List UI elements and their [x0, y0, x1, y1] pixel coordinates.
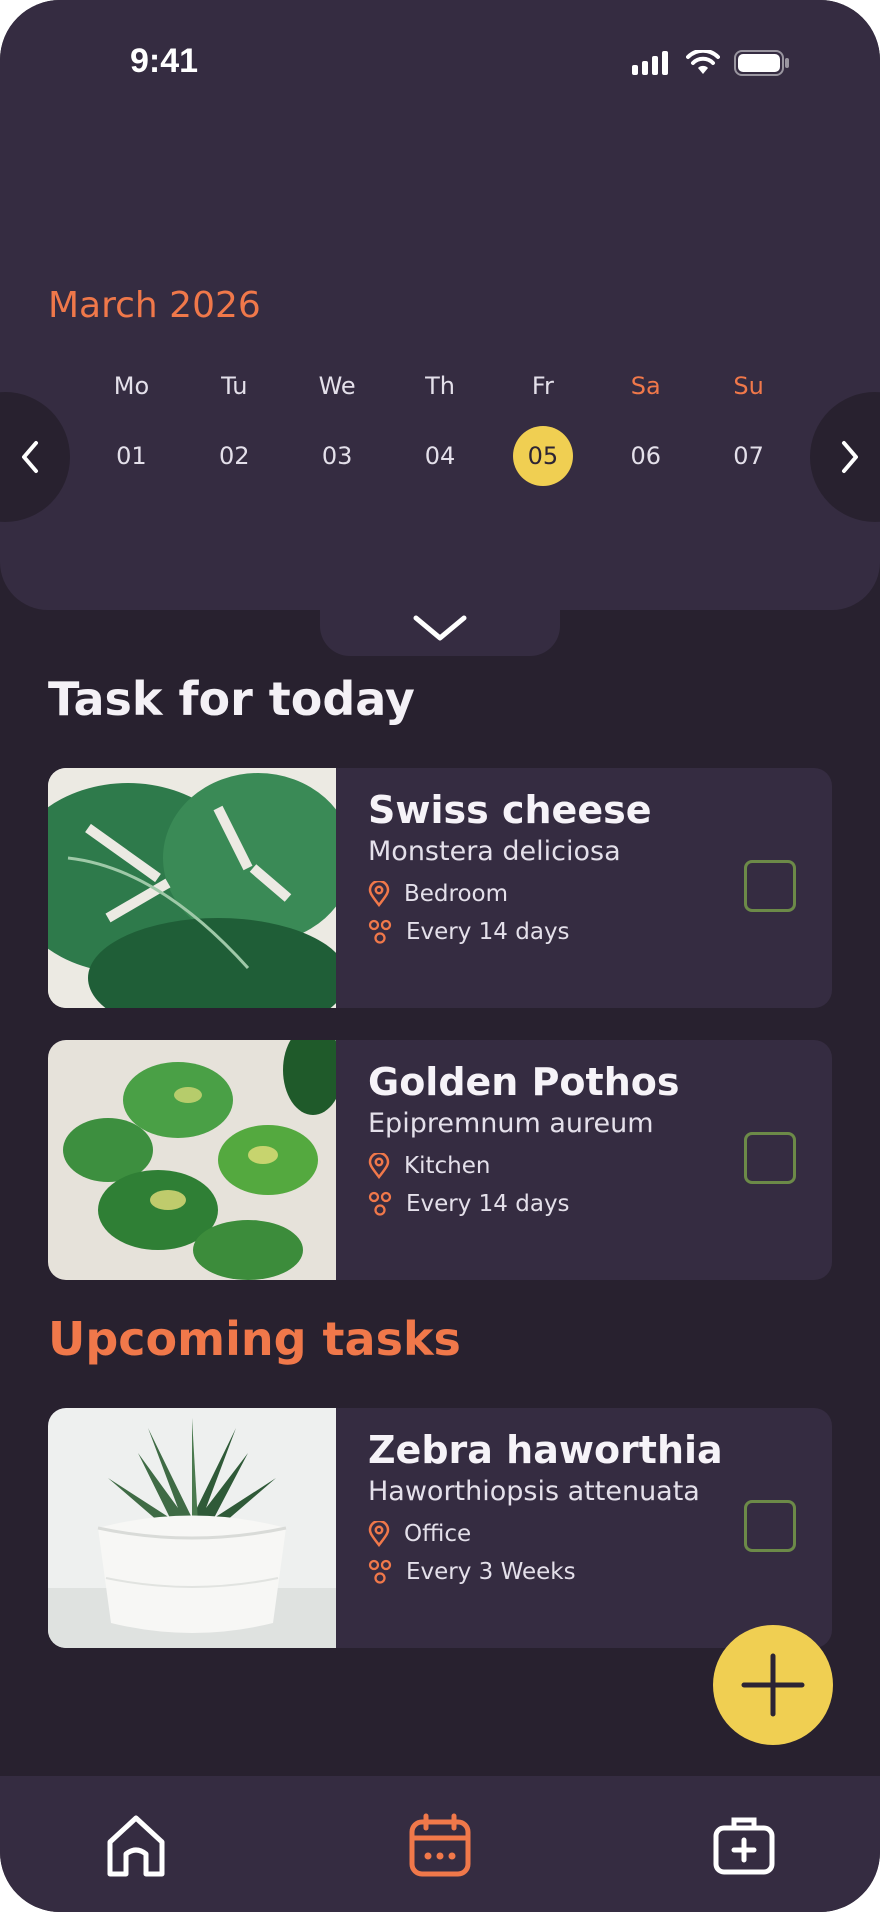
- task-plant-name: Zebra haworthia: [368, 1428, 723, 1472]
- task-info: Swiss cheese Monstera deliciosa Bedroom …: [368, 788, 728, 945]
- nav-calendar[interactable]: [400, 1806, 480, 1886]
- task-frequency-label: Every 14 days: [406, 919, 570, 945]
- task-frequency-label: Every 3 Weeks: [406, 1559, 576, 1585]
- date-number: 02: [219, 442, 250, 470]
- battery-icon: [734, 50, 789, 76]
- task-scientific-name: Haworthiopsis attenuata: [368, 1476, 700, 1507]
- task-plant-name: Golden Pothos: [368, 1060, 680, 1104]
- date-cell[interactable]: 04: [389, 425, 492, 487]
- previous-week-button[interactable]: [0, 392, 60, 522]
- date-number: 05: [512, 426, 573, 486]
- weekday-label: Sa: [630, 372, 661, 400]
- water-drops-icon: [368, 919, 392, 944]
- first-aid-kit-icon: [713, 1817, 775, 1875]
- task-scientific-name: Monstera deliciosa: [368, 836, 621, 867]
- date-cell[interactable]: 06: [594, 425, 697, 487]
- weekday-label: We: [318, 372, 356, 400]
- add-plant-button[interactable]: [713, 1625, 833, 1745]
- task-info: Zebra haworthia Haworthiopsis attenuata …: [368, 1428, 728, 1585]
- expand-calendar-button[interactable]: [410, 610, 470, 650]
- date-number: 07: [733, 442, 764, 470]
- task-frequency: Every 14 days: [368, 919, 728, 945]
- task-scientific-name: Epipremnum aureum: [368, 1108, 654, 1139]
- task-info: Golden Pothos Epipremnum aureum Kitchen …: [368, 1060, 728, 1217]
- plant-image-pothos: [48, 1040, 336, 1280]
- status-icons: [632, 50, 790, 76]
- task-location-label: Office: [404, 1521, 472, 1547]
- task-frequency-label: Every 14 days: [406, 1191, 570, 1217]
- plus-icon: [741, 1653, 805, 1717]
- weekday-label: Fr: [531, 372, 554, 400]
- nav-plant-care[interactable]: [704, 1806, 784, 1886]
- date-row: 01 02 03 04 05 06 07: [80, 425, 800, 487]
- task-location-label: Kitchen: [404, 1153, 491, 1179]
- plant-image-monstera: [48, 768, 336, 1008]
- task-frequency: Every 3 Weeks: [368, 1559, 728, 1585]
- task-location: Bedroom: [368, 881, 728, 907]
- signal-icon: [632, 51, 668, 75]
- task-card[interactable]: Golden Pothos Epipremnum aureum Kitchen …: [48, 1040, 832, 1280]
- task-location: Kitchen: [368, 1153, 728, 1179]
- app-screen: 9:41 March 2026 Mo Tu We Th Fr Sa Su 01 …: [0, 0, 880, 1912]
- date-number: 03: [321, 442, 353, 470]
- status-bar: 9:41: [0, 0, 880, 120]
- task-checkbox[interactable]: [744, 1132, 796, 1184]
- weekday-label: Tu: [221, 372, 248, 400]
- date-cell[interactable]: 01: [80, 425, 183, 487]
- chevron-left-icon: [22, 441, 38, 473]
- date-cell[interactable]: 03: [286, 425, 389, 487]
- upcoming-section-title: Upcoming tasks: [48, 1312, 461, 1366]
- location-pin-icon: [368, 1153, 390, 1179]
- task-checkbox[interactable]: [744, 1500, 796, 1552]
- plant-image-haworthia: [48, 1408, 336, 1648]
- month-title[interactable]: March 2026: [48, 285, 261, 326]
- task-card[interactable]: Zebra haworthia Haworthiopsis attenuata …: [48, 1408, 832, 1648]
- date-number: 06: [630, 442, 661, 470]
- date-cell[interactable]: 02: [183, 425, 286, 487]
- task-checkbox[interactable]: [744, 860, 796, 912]
- calendar-icon: [409, 1813, 471, 1877]
- today-section-title: Task for today: [48, 672, 415, 726]
- task-location-label: Bedroom: [404, 881, 509, 907]
- task-frequency: Every 14 days: [368, 1191, 728, 1217]
- date-cell[interactable]: 07: [697, 425, 800, 487]
- chevron-down-icon: [413, 615, 467, 641]
- home-icon: [107, 1815, 165, 1877]
- weekday-label: Su: [733, 372, 764, 400]
- nav-home[interactable]: [96, 1806, 176, 1886]
- date-number: 04: [424, 442, 456, 470]
- wifi-icon: [686, 50, 720, 74]
- task-card[interactable]: Swiss cheese Monstera deliciosa Bedroom …: [48, 768, 832, 1008]
- water-drops-icon: [368, 1559, 392, 1584]
- next-week-button[interactable]: [820, 392, 880, 522]
- status-time: 9:41: [130, 42, 199, 80]
- task-plant-name: Swiss cheese: [368, 788, 652, 832]
- bottom-navigation: [0, 1776, 880, 1912]
- weekday-row: Mo Tu We Th Fr Sa Su: [80, 372, 800, 400]
- date-cell-selected[interactable]: 05: [491, 425, 594, 487]
- task-location: Office: [368, 1521, 728, 1547]
- location-pin-icon: [368, 881, 390, 907]
- date-number: 01: [116, 442, 147, 470]
- chevron-right-icon: [842, 441, 858, 473]
- weekday-label: Th: [425, 372, 455, 400]
- water-drops-icon: [368, 1191, 392, 1216]
- location-pin-icon: [368, 1521, 390, 1547]
- weekday-label: Mo: [113, 372, 150, 400]
